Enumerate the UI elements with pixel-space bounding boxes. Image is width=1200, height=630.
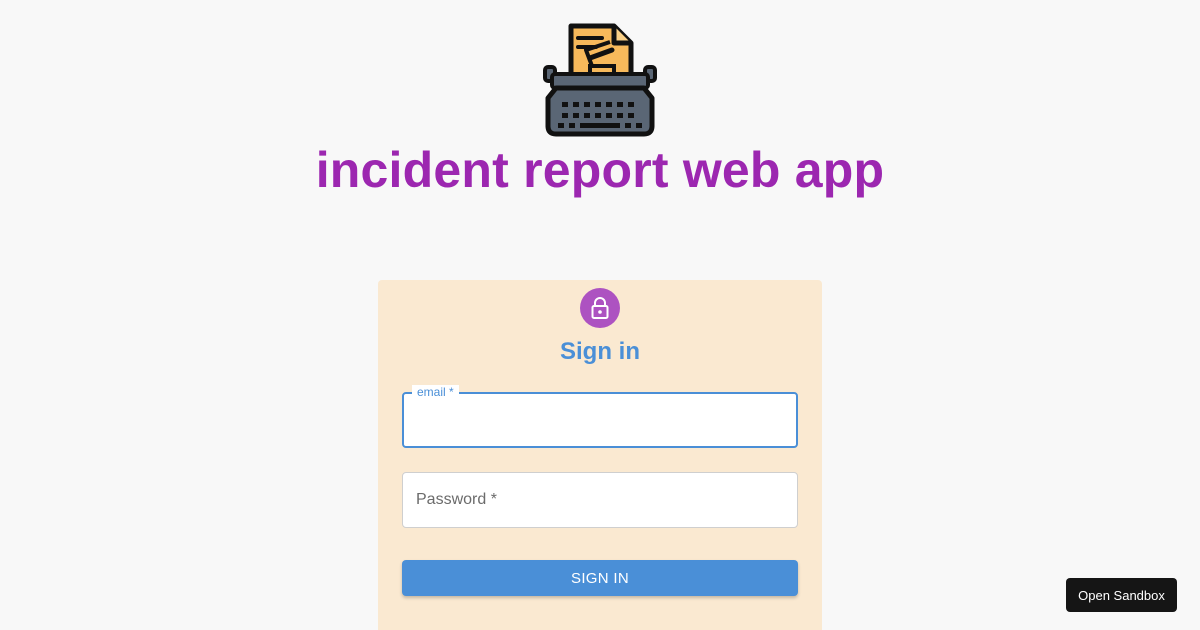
- signin-title: Sign in: [560, 338, 640, 365]
- password-input[interactable]: [403, 473, 797, 527]
- sign-in-button[interactable]: SIGN IN: [402, 560, 798, 596]
- page: incident report web app Sign in email * …: [0, 0, 1200, 630]
- app-title: incident report web app: [315, 142, 885, 198]
- signin-card: Sign in email * Password * SIGN IN: [378, 280, 822, 630]
- email-field[interactable]: email *: [402, 385, 798, 448]
- password-field[interactable]: Password *: [402, 472, 798, 528]
- open-sandbox-button[interactable]: Open Sandbox: [1066, 578, 1177, 612]
- email-label: email *: [412, 385, 459, 399]
- lock-avatar: [580, 288, 620, 328]
- lock-icon: [591, 297, 609, 319]
- typewriter-icon: [543, 23, 657, 137]
- email-input[interactable]: [404, 394, 796, 446]
